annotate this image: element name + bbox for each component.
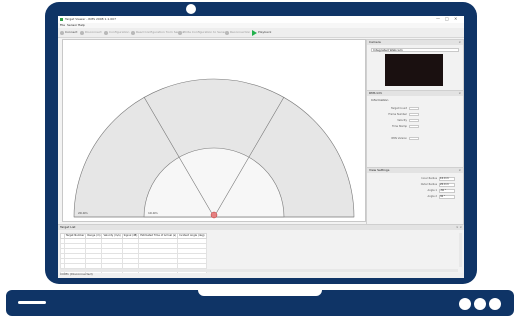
frame-number-value (409, 113, 419, 116)
read-configuration-button[interactable]: Read Configuration from Sensor (131, 29, 184, 36)
inner-radius-input[interactable]: 10.0 m (439, 177, 455, 181)
configuration-button[interactable]: Configuration (104, 29, 129, 36)
velocity-label: Velocity (397, 119, 407, 122)
read-icon (131, 30, 135, 35)
play-icon (252, 29, 257, 36)
target-list-header: Target List × × (58, 225, 464, 230)
camera-view (385, 54, 443, 86)
rms-info-panel: RMS Info × Information Target Count Fram… (366, 90, 464, 168)
angle-2-label: Angle 2 (427, 195, 438, 198)
laptop-port-slot (18, 301, 46, 304)
target-list-panel: Target List × × Target Number Range (m) … (58, 224, 464, 274)
app-icon (60, 18, 63, 21)
camera-panel-title: Camera (369, 40, 381, 44)
target-table: Target Number Range (m) Velocity (m/s) S… (60, 233, 207, 274)
close-icon[interactable]: × (458, 92, 461, 95)
time-stamp-label: Time Stamp (391, 125, 407, 128)
menu-help[interactable]: Help (78, 24, 85, 27)
connect-icon (60, 30, 64, 35)
menu-file[interactable]: File (60, 24, 65, 27)
write-icon (178, 30, 182, 35)
title-bar: Target Viewer - RMS 2008 1.1.007 — □ ✕ (58, 16, 464, 23)
connect-button[interactable]: Connect (60, 29, 77, 36)
angle-1-input[interactable]: -30 ° (439, 189, 455, 193)
view-settings-panel: View Settings × Inner Radius 10.0 m Oute… (366, 167, 464, 225)
view-settings-panel-header: View Settings × (367, 168, 463, 173)
outer-radius-label: Outer Radius (420, 183, 437, 186)
minimize-button[interactable]: — (436, 17, 440, 21)
sensor-origin-marker (210, 211, 218, 219)
toolbar: Connect Disconnect Configuration Read Co… (58, 28, 464, 38)
laptop-indicator-dot (459, 298, 471, 310)
range-label-outer: 20.0m (78, 211, 88, 215)
menu-sensor[interactable]: Sensor (67, 24, 77, 27)
maximize-button[interactable]: □ (445, 17, 449, 21)
rms-version-value (409, 137, 419, 140)
playback-button[interactable]: Playback (252, 29, 271, 36)
reconnection-label: Reconnection (230, 30, 251, 34)
rms-version-label: RMS Version (391, 137, 407, 140)
target-count-label: Target Count (391, 107, 407, 110)
laptop-hinge-notch (198, 290, 322, 296)
outer-radius-input[interactable]: 20.0 m (439, 183, 455, 187)
status-bar: COM1 (Disconnected) (58, 273, 464, 278)
disconnect-icon (80, 30, 84, 35)
angle-2-input[interactable]: 30 ° (439, 195, 455, 199)
target-count-value (409, 107, 419, 110)
radar-plot-canvas: 20.0m 10.0m (73, 78, 355, 219)
view-settings-panel-title: View Settings (369, 168, 390, 172)
close-icon[interactable]: × × (456, 226, 462, 229)
range-label-inner: 10.0m (148, 211, 158, 215)
read-configuration-label: Read Configuration from Sensor (136, 30, 185, 34)
write-configuration-button[interactable]: Write Configuration to Sensor (178, 29, 227, 36)
target-list-title: Target List (60, 225, 76, 229)
vertical-scrollbar[interactable] (459, 233, 462, 267)
configuration-icon (104, 30, 108, 35)
write-configuration-label: Write Configuration to Sensor (183, 30, 228, 34)
app-window: Target Viewer - RMS 2008 1.1.007 — □ ✕ F… (58, 16, 464, 278)
disconnect-label: Disconnect (85, 30, 102, 34)
disconnect-button[interactable]: Disconnect (80, 29, 102, 36)
camera-panel: Camera × Integrated Webcam (366, 39, 464, 91)
time-stamp-value (409, 125, 419, 128)
horizontal-scrollbar[interactable] (60, 269, 458, 272)
frame-number-label: Frame Number (388, 113, 407, 116)
playback-label: Playback (258, 30, 272, 34)
rms-info-panel-header: RMS Info × (367, 91, 463, 96)
close-button[interactable]: ✕ (454, 17, 457, 21)
configuration-label: Configuration (109, 30, 130, 34)
camera-device-select[interactable]: Integrated Webcam (371, 48, 459, 52)
reconnection-button[interactable]: Reconnection (225, 29, 250, 36)
rms-info-panel-title: RMS Info (369, 91, 383, 95)
laptop-indicator-dot (474, 298, 486, 310)
connect-label: Connect (65, 30, 78, 34)
window-title: Target Viewer - RMS 2008 1.1.007 (65, 17, 116, 21)
inner-radius-label: Inner Radius (421, 177, 437, 180)
close-icon[interactable]: × (458, 41, 461, 44)
radar-plot[interactable]: 20.0m 10.0m (62, 39, 366, 222)
camera-panel-header: Camera × (367, 40, 463, 45)
velocity-value (409, 119, 419, 122)
reconnection-icon (225, 30, 229, 35)
laptop-indicator-dot (489, 298, 501, 310)
webcam-dot (186, 4, 196, 14)
information-group-label: Information (371, 98, 389, 102)
angle-1-label: Angle 1 (427, 189, 438, 192)
close-icon[interactable]: × (458, 169, 461, 172)
